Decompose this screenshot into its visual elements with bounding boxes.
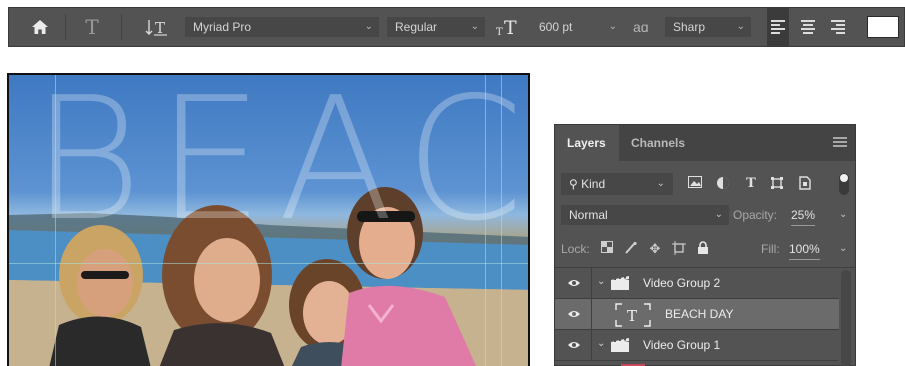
options-bar: T T Myriad Pro ⌄ Regular ⌄ T T 600 pt ⌄ … bbox=[8, 7, 905, 47]
video-group-folder-icon bbox=[611, 338, 629, 352]
eye-icon[interactable] bbox=[567, 309, 581, 319]
layers-scrollbar[interactable] bbox=[841, 270, 851, 366]
lock-position-icon[interactable]: ✥ bbox=[647, 241, 663, 257]
antialias-icon: aɑ bbox=[633, 19, 649, 35]
font-size-icon: T T bbox=[495, 8, 527, 46]
filter-kind-dropdown[interactable]: ⚲ Kind ⌄ bbox=[561, 173, 673, 195]
lock-all-icon[interactable] bbox=[695, 241, 711, 257]
separator bbox=[121, 14, 122, 40]
document-canvas[interactable]: BEAC bbox=[7, 73, 530, 366]
lock-transparent-pixels-icon[interactable] bbox=[599, 241, 615, 257]
fill-label: Fill: bbox=[761, 242, 780, 256]
align-left-icon[interactable] bbox=[767, 8, 789, 46]
adjustment-filter-icon[interactable] bbox=[715, 176, 731, 192]
text-thumb-glyph: T bbox=[627, 307, 637, 325]
panel-menu-icon[interactable] bbox=[833, 137, 847, 147]
svg-text:T: T bbox=[155, 19, 165, 37]
type-tool-icon[interactable]: T bbox=[81, 8, 103, 46]
guide-line bbox=[9, 263, 528, 264]
opacity-label: Opacity: bbox=[733, 208, 778, 222]
divider bbox=[591, 268, 592, 299]
chevron-down-icon: ⌄ bbox=[714, 209, 723, 220]
chevron-down-icon: ⌄ bbox=[656, 178, 665, 189]
chevron-down-icon: ⌄ bbox=[736, 21, 745, 32]
chevron-down-icon[interactable]: ⌄ bbox=[597, 338, 605, 349]
svg-text:T: T bbox=[496, 27, 503, 38]
text-layer-thumbnail-icon: T bbox=[615, 303, 651, 327]
antialias-dropdown[interactable]: Sharp ⌄ bbox=[665, 17, 751, 37]
panel-tabs: Layers Channels bbox=[555, 125, 855, 161]
layers-panel: Layers Channels ⚲ Kind ⌄ T Normal ⌄ Opac… bbox=[554, 124, 856, 366]
chevron-down-icon[interactable]: ⌄ bbox=[597, 276, 605, 287]
align-center-icon[interactable] bbox=[797, 8, 819, 46]
layer-filter-row: ⚲ Kind ⌄ T bbox=[561, 173, 849, 195]
blend-mode-value: Normal bbox=[569, 208, 608, 222]
filter-kind-value: Kind bbox=[581, 177, 606, 191]
chevron-down-icon[interactable]: ⌄ bbox=[839, 239, 847, 259]
blend-mode-dropdown[interactable]: Normal ⌄ bbox=[561, 205, 729, 225]
home-icon[interactable] bbox=[29, 8, 51, 46]
separator bbox=[65, 14, 66, 40]
divider bbox=[591, 330, 592, 361]
eye-icon[interactable] bbox=[567, 278, 581, 288]
opacity-field[interactable]: 25% bbox=[791, 205, 816, 226]
divider bbox=[591, 299, 592, 330]
eye-icon[interactable] bbox=[567, 340, 581, 350]
font-family-value: Myriad Pro bbox=[193, 20, 252, 34]
font-size-dropdown[interactable]: 600 pt ⌄ bbox=[531, 17, 623, 37]
shape-filter-icon[interactable] bbox=[769, 176, 785, 192]
chevron-down-icon: ⌄ bbox=[608, 21, 617, 32]
guide-line bbox=[501, 75, 502, 366]
fill-field[interactable]: 100% bbox=[789, 239, 820, 260]
blend-row: Normal ⌄ Opacity: 25% ⌄ bbox=[561, 205, 851, 226]
align-right-icon[interactable] bbox=[827, 8, 849, 46]
smart-object-filter-icon[interactable] bbox=[797, 176, 813, 192]
lock-image-pixels-icon[interactable] bbox=[623, 241, 639, 257]
video-group-folder-icon bbox=[611, 276, 629, 290]
layer-row-beach-day[interactable]: T BEACH DAY bbox=[555, 299, 839, 330]
search-icon: ⚲ bbox=[569, 177, 578, 191]
layer-name: Video Group 2 bbox=[643, 276, 721, 290]
text-color-swatch[interactable] bbox=[867, 16, 899, 38]
pixel-filter-icon[interactable] bbox=[687, 176, 703, 192]
chevron-down-icon: ⌄ bbox=[364, 21, 373, 32]
font-family-dropdown[interactable]: Myriad Pro ⌄ bbox=[185, 17, 379, 37]
lock-row: Lock: ✥ Fill: 100% ⌄ bbox=[561, 239, 851, 260]
lock-artboard-icon[interactable] bbox=[671, 241, 687, 257]
filter-toggle[interactable] bbox=[839, 173, 849, 195]
layer-row-video-group-2[interactable]: ⌄ Video Group 2 bbox=[555, 268, 839, 299]
layer-name: BEACH DAY bbox=[665, 307, 734, 321]
tab-channels[interactable]: Channels bbox=[621, 125, 701, 161]
guide-line bbox=[55, 75, 56, 366]
chevron-down-icon: ⌄ bbox=[470, 21, 479, 32]
font-style-value: Regular bbox=[395, 20, 438, 34]
beach-overlay-text: BEAC bbox=[31, 73, 530, 259]
antialias-value: Sharp bbox=[673, 20, 706, 34]
font-style-dropdown[interactable]: Regular ⌄ bbox=[387, 17, 485, 37]
font-size-value: 600 pt bbox=[539, 20, 573, 34]
lock-label: Lock: bbox=[561, 242, 590, 256]
layer-row-video-group-1[interactable]: ⌄ Video Group 1 bbox=[555, 330, 839, 361]
text-orientation-icon[interactable]: T bbox=[145, 8, 175, 46]
svg-text:T: T bbox=[504, 17, 517, 38]
tab-layers[interactable]: Layers bbox=[555, 125, 619, 161]
type-filter-icon[interactable]: T bbox=[743, 176, 759, 192]
layer-name: Video Group 1 bbox=[643, 338, 721, 352]
chevron-down-icon[interactable]: ⌄ bbox=[839, 205, 847, 225]
guide-line bbox=[485, 75, 486, 366]
layers-list: ⌄ Video Group 2 T BEACH DAY ⌄ Video Grou… bbox=[555, 267, 855, 366]
